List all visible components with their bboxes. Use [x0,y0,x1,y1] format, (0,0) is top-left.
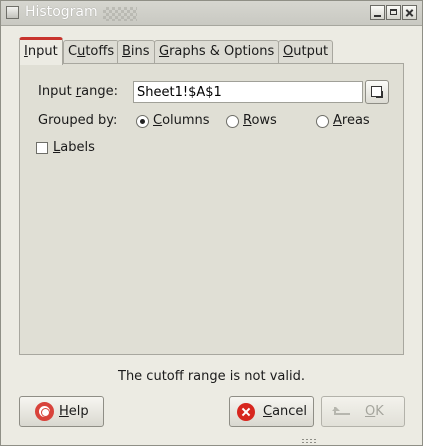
tab-bins-label-post: ins [130,44,150,59]
columns-radio[interactable] [136,115,149,128]
cancel-label-mnemonic: C [263,404,273,419]
input-range-label-pre: Input [38,84,76,99]
ok-button[interactable]: OK [321,396,405,427]
labels-label-post: abels [60,140,95,155]
window-menu-icon[interactable] [6,6,19,19]
labels-checkbox-label[interactable]: Labels [53,140,95,155]
ok-arrow-icon [332,407,350,415]
cancel-button-label: Cancel [263,404,307,419]
tab-cutoffs-label-post: toffs [85,44,115,59]
cancel-icon [237,403,255,421]
areas-label-post: reas [341,113,370,128]
rows-radio-label[interactable]: Rows [243,113,277,128]
maximize-button[interactable] [386,5,401,20]
areas-label-mnemonic: A [333,113,342,128]
tab-graphs-options[interactable]: Graphs & Options [154,40,280,63]
labels-checkbox[interactable] [36,142,48,154]
columns-label-post: olumns [162,113,210,128]
ok-label-post: K [375,404,384,419]
grouped-by-label: Grouped by: [38,113,118,128]
cancel-button[interactable]: Cancel [229,396,314,427]
columns-label-mnemonic: C [153,113,163,128]
minimize-button[interactable] [370,5,385,20]
tab-bins[interactable]: Bins [117,40,155,63]
tab-input[interactable]: Input [19,37,63,65]
tab-cutoffs[interactable]: Cutoffs [63,40,120,63]
help-lifebuoy-icon [35,402,54,421]
tab-bins-mnemonic: B [122,44,131,59]
input-range-label: Input range: [38,84,118,99]
histogram-dialog: Histogram Input Cutoffs Bins Graphs & Op… [0,0,423,446]
status-message: The cutoff range is not valid. [118,369,305,384]
tab-graphs-label-post: raphs & Options [169,44,275,59]
input-range-field[interactable] [133,81,363,103]
input-range-label-post: ange: [81,84,118,99]
select-range-button[interactable] [365,80,389,104]
rows-radio[interactable] [226,115,239,128]
tab-output-mnemonic: O [283,44,294,59]
help-button-label: Help [59,404,89,419]
title-bar[interactable]: Histogram [1,1,422,26]
tab-output-label-post: utput [293,44,329,59]
tab-cutoffs-label-pre: C [68,44,78,59]
close-button[interactable] [402,5,417,20]
areas-radio-label[interactable]: Areas [333,113,370,128]
help-label-mnemonic: H [59,404,69,419]
range-selector-icon [371,86,383,98]
window-title: Histogram [25,4,98,20]
areas-radio[interactable] [316,115,329,128]
rows-label-post: ows [251,113,277,128]
help-button[interactable]: Help [19,396,104,427]
help-label-post: elp [68,404,89,419]
tab-graphs-mnemonic: G [159,44,170,59]
ok-button-label: OK [365,404,384,419]
tab-input-label-post: nput [27,44,58,59]
columns-radio-label[interactable]: Columns [153,113,210,128]
title-bar-texture [103,7,137,21]
cancel-label-post: ancel [272,404,308,419]
tab-output[interactable]: Output [278,40,334,63]
resize-grip-icon[interactable] [301,438,317,444]
input-tab-panel: Input range: Grouped by: Columns Rows Ar… [19,63,404,355]
ok-label-mnemonic: O [365,404,376,419]
